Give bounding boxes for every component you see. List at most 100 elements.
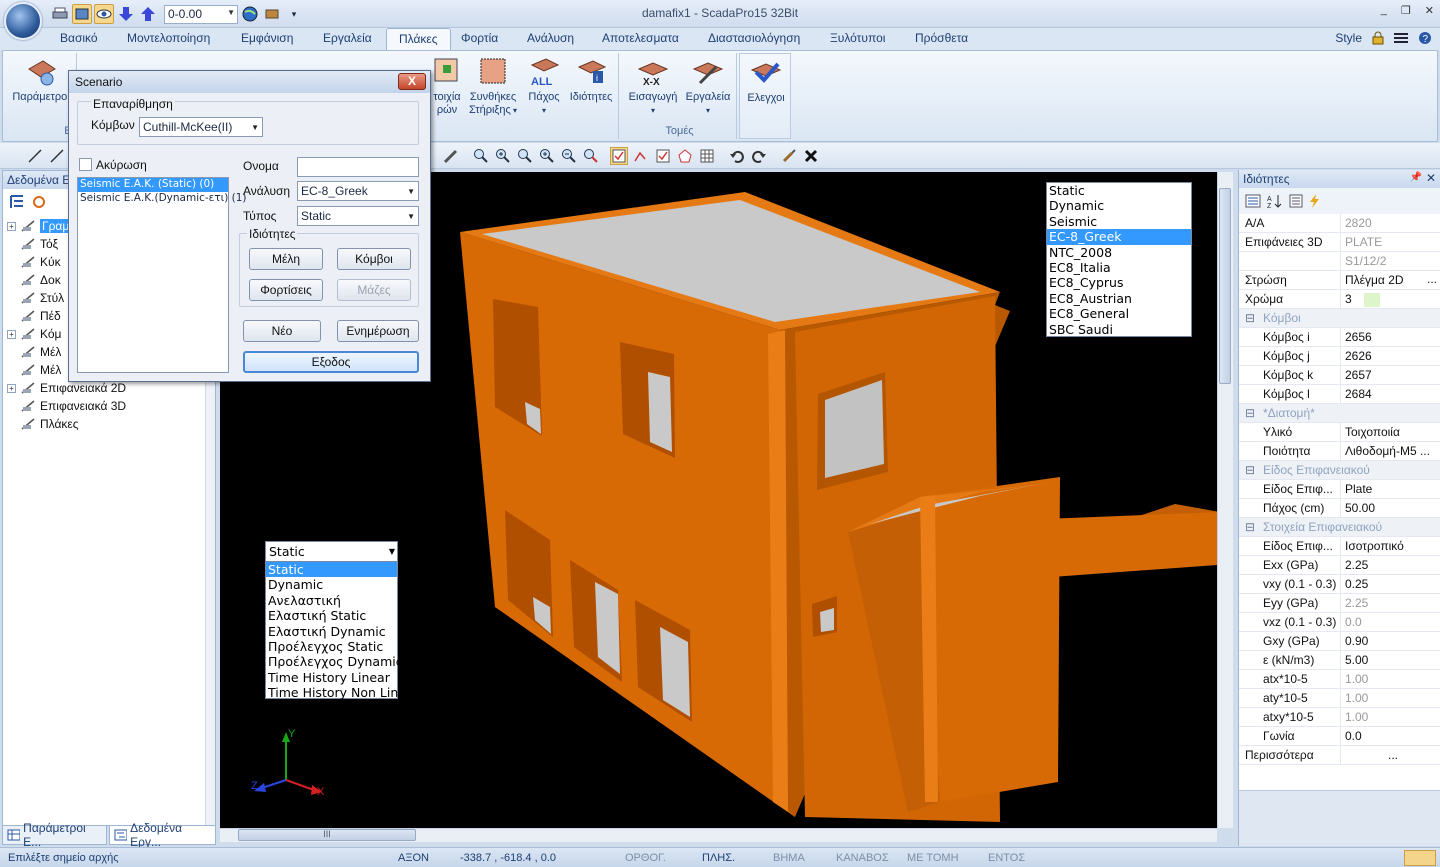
- select-polygon-icon[interactable]: [676, 147, 694, 165]
- property-row[interactable]: Γωνία 0.0: [1239, 727, 1440, 746]
- property-row[interactable]: Α/Α 2820: [1239, 214, 1440, 233]
- slab-properties-button[interactable]: i Ιδιότητες: [565, 55, 617, 104]
- property-row[interactable]: ε (kN/m3) 5.00: [1239, 651, 1440, 670]
- property-value[interactable]: PLATE: [1341, 233, 1440, 251]
- analysis-dropdown-list[interactable]: Static Dynamic Seismic EC-8_Greek NTC_2008 EC…: [1046, 182, 1192, 337]
- property-value[interactable]: 1.00: [1341, 689, 1440, 707]
- collapse-icon[interactable]: ⊟: [1245, 463, 1255, 477]
- property-category[interactable]: ⊟ Κόμβοι: [1239, 309, 1440, 328]
- tree-expand-icon[interactable]: +: [7, 383, 16, 393]
- property-value[interactable]: S1/12/2: [1341, 252, 1440, 270]
- tab-tools[interactable]: Εργαλεία: [323, 31, 372, 45]
- type-option[interactable]: Static: [266, 562, 397, 578]
- tree-item[interactable]: Πέδ: [7, 307, 61, 325]
- type-option[interactable]: Προέλεγχος Dynamic: [266, 654, 403, 669]
- tab-view[interactable]: Εμφάνιση: [241, 31, 293, 45]
- exit-button[interactable]: Εξοδος: [243, 351, 419, 373]
- tree-item[interactable]: Δοκ: [7, 271, 61, 289]
- property-value[interactable]: 2657: [1341, 366, 1440, 384]
- property-row[interactable]: atxy*10-5 1.00: [1239, 708, 1440, 727]
- viewport-horizontal-scroll-thumb[interactable]: III: [238, 829, 416, 841]
- tree-view-icon[interactable]: [9, 194, 25, 210]
- collapse-icon[interactable]: ⊟: [1245, 520, 1255, 534]
- property-row[interactable]: Στρώση Πλέγμα 2D...: [1239, 271, 1440, 290]
- type-option[interactable]: Προέλεγχος Static: [266, 639, 397, 654]
- property-row[interactable]: Κόμβος j 2626: [1239, 347, 1440, 366]
- property-row[interactable]: atx*10-5 1.00: [1239, 670, 1440, 689]
- lock-icon[interactable]: [1372, 31, 1384, 45]
- tree-item[interactable]: Μέλ: [7, 361, 61, 379]
- elements-button[interactable]: τοιχία ρών: [429, 55, 465, 117]
- property-value[interactable]: 0.0: [1341, 727, 1440, 745]
- brush-icon[interactable]: [780, 147, 798, 165]
- analysis-option[interactable]: SBC Saudi: [1047, 322, 1191, 337]
- scenario-list-item[interactable]: Seismic Ε.Α.Κ.(Dynamic-ετι) (1): [78, 192, 247, 206]
- tab-results[interactable]: Αποτελεσματα: [602, 31, 679, 45]
- redo-icon[interactable]: [750, 147, 768, 165]
- tab-analysis[interactable]: Ανάλυση: [527, 31, 574, 45]
- analysis-option[interactable]: EC8_Italia: [1047, 260, 1191, 275]
- property-row[interactable]: Κόμβος i 2656: [1239, 328, 1440, 347]
- analysis-option[interactable]: EC-8_Greek: [1047, 229, 1191, 245]
- viewport-vertical-scroll-thumb[interactable]: [1219, 188, 1231, 384]
- tree-expand-icon[interactable]: +: [7, 329, 16, 339]
- polyline-tool-icon[interactable]: [48, 147, 66, 165]
- close-icon[interactable]: ✕: [1426, 171, 1436, 185]
- tab-modeling[interactable]: Μοντελοποίηση: [127, 31, 210, 45]
- status-inside-toggle[interactable]: ΕΝΤΟΣ: [988, 852, 1025, 864]
- property-row[interactable]: Επιφάνειες 3D PLATE: [1239, 233, 1440, 252]
- property-pages-icon[interactable]: [1289, 194, 1303, 208]
- type-select[interactable]: Static ▼: [297, 206, 419, 226]
- tab-basic[interactable]: Βασικό: [60, 31, 98, 45]
- status-ortho-toggle[interactable]: ΟΡΘΟΓ.: [625, 852, 666, 864]
- property-row[interactable]: Χρώμα 3: [1239, 290, 1440, 309]
- pin-icon[interactable]: 📌: [1410, 172, 1422, 183]
- type-option[interactable]: Dynamic: [266, 577, 397, 592]
- property-row[interactable]: Eyy (GPa) 2.25: [1239, 594, 1440, 613]
- property-row[interactable]: vxy (0.1 - 0.3) 0.25: [1239, 575, 1440, 594]
- property-value[interactable]: 1.00: [1341, 670, 1440, 688]
- help-icon[interactable]: ?: [1418, 31, 1432, 45]
- zoom-out-icon[interactable]: [560, 147, 578, 165]
- collapse-icon[interactable]: ⊟: [1245, 311, 1255, 325]
- property-row[interactable]: Exx (GPa) 2.25: [1239, 556, 1440, 575]
- property-row[interactable]: Gxy (GPa) 0.90: [1239, 632, 1440, 651]
- style-menu[interactable]: Style: [1335, 31, 1362, 45]
- loads-button[interactable]: Φορτίσεις: [249, 279, 323, 301]
- type-option[interactable]: Time History Linear: [266, 670, 397, 685]
- tree-item[interactable]: + Κόμ: [7, 325, 61, 343]
- property-value[interactable]: 2.25: [1341, 594, 1440, 612]
- events-icon[interactable]: [1309, 194, 1321, 208]
- type-option[interactable]: Ελαστική Static: [266, 608, 397, 623]
- property-value[interactable]: 0.90: [1341, 632, 1440, 650]
- minimize-button[interactable]: _: [1381, 4, 1387, 17]
- params-button[interactable]: Παράμετροι: [9, 55, 73, 104]
- checks-button[interactable]: Ελεγχοι: [742, 56, 790, 105]
- tree-item[interactable]: + Γραμ: [7, 217, 72, 235]
- analysis-option[interactable]: Seismic: [1047, 214, 1191, 229]
- property-value[interactable]: 2684: [1341, 385, 1440, 403]
- new-button[interactable]: Νέο: [243, 320, 321, 342]
- select-check-icon[interactable]: [610, 147, 628, 165]
- type-option[interactable]: Time History Non Linear: [266, 685, 419, 700]
- type-combo-head[interactable]: Static ▼: [266, 542, 397, 562]
- property-category[interactable]: ⊟ Είδος Επιφανειακού: [1239, 461, 1440, 480]
- property-value[interactable]: 0.0: [1341, 613, 1440, 631]
- property-value[interactable]: 1.00: [1341, 708, 1440, 726]
- sort-az-icon[interactable]: AZ: [1267, 194, 1283, 208]
- type-option[interactable]: Ελαστική Dynamic: [266, 624, 397, 639]
- select-grid-icon[interactable]: [698, 147, 716, 165]
- support-conditions-button[interactable]: Συνθήκες Στήριξης ▾: [465, 55, 521, 117]
- property-value[interactable]: Τοιχοποιία: [1341, 423, 1440, 441]
- tree-item[interactable]: Κύκ: [7, 253, 61, 271]
- pencil-icon[interactable]: [442, 147, 460, 165]
- analysis-option[interactable]: NTC_2008: [1047, 245, 1191, 260]
- cancel-checkbox[interactable]: [79, 158, 92, 171]
- members-button[interactable]: Μέλη: [249, 248, 323, 270]
- tree-item[interactable]: Τόξ: [7, 235, 58, 253]
- tab-project-data[interactable]: Δεδομένα Εργ...: [108, 821, 216, 849]
- property-row[interactable]: Πάχος (cm) 50.00: [1239, 499, 1440, 518]
- analysis-option[interactable]: EC8_Cyprus: [1047, 275, 1191, 290]
- select-line-icon[interactable]: [632, 147, 650, 165]
- property-row[interactable]: Ποιότητα Λιθοδομή-Μ5 ...: [1239, 442, 1440, 461]
